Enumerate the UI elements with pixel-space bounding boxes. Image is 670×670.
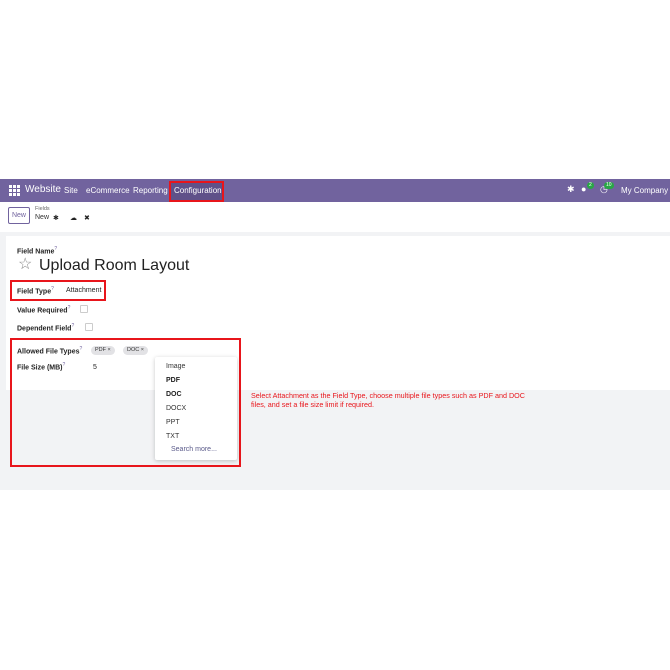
- top-navbar: Website Site eCommerce Reporting Configu…: [0, 179, 670, 202]
- menu-ecommerce[interactable]: eCommerce: [86, 186, 130, 195]
- field-type-select[interactable]: Attachment: [66, 287, 101, 294]
- menu-site[interactable]: Site: [64, 186, 78, 195]
- breadcrumb-current: New: [35, 214, 50, 221]
- activity-badge: 10: [604, 182, 614, 189]
- dependent-field-checkbox[interactable]: [85, 323, 93, 331]
- search-more-link[interactable]: Search more...: [171, 446, 217, 453]
- save-cloud-icon[interactable]: ☁: [70, 214, 77, 222]
- discard-icon[interactable]: ✖: [84, 214, 90, 222]
- breadcrumb-fields[interactable]: Fields: [35, 206, 50, 212]
- value-required-label: Value Required?: [17, 305, 71, 315]
- option-docx[interactable]: DOCX: [166, 405, 186, 412]
- option-doc[interactable]: DOC: [166, 391, 182, 398]
- remove-tag-icon[interactable]: ×: [108, 347, 111, 353]
- file-size-input[interactable]: 5: [93, 364, 97, 371]
- bug-icon[interactable]: ✱: [567, 184, 575, 195]
- company-switcher[interactable]: My Company (S: [621, 186, 670, 195]
- app-brand[interactable]: Website: [25, 184, 61, 195]
- dependent-field-label: Dependent Field?: [17, 323, 75, 333]
- menu-reporting[interactable]: Reporting: [133, 186, 168, 195]
- new-button[interactable]: New: [8, 207, 30, 224]
- option-pdf[interactable]: PDF: [166, 377, 180, 384]
- option-txt[interactable]: TXT: [166, 433, 179, 440]
- option-image[interactable]: Image: [166, 363, 185, 370]
- field-name-input[interactable]: Upload Room Layout: [39, 257, 189, 275]
- tag-doc[interactable]: DOC ×: [123, 346, 148, 355]
- menu-configuration[interactable]: Configuration: [174, 186, 222, 195]
- messages-badge: 2: [587, 182, 594, 189]
- instruction-annotation: Select Attachment as the Field Type, cho…: [251, 391, 525, 409]
- allowed-file-types-label: Allowed File Types?: [17, 346, 83, 356]
- app-menu-icon[interactable]: [9, 185, 20, 196]
- file-size-label: File Size (MB)?: [17, 362, 66, 372]
- tag-pdf[interactable]: PDF ×: [91, 346, 115, 355]
- star-icon[interactable]: ☆: [18, 254, 32, 274]
- messages-icon[interactable]: ●: [581, 184, 586, 194]
- option-ppt[interactable]: PPT: [166, 419, 180, 426]
- field-type-label: Field Type?: [17, 286, 54, 296]
- value-required-checkbox[interactable]: [80, 305, 88, 313]
- remove-tag-icon[interactable]: ×: [141, 347, 144, 353]
- control-panel: New Fields New ✱ ☁ ✖: [0, 202, 670, 232]
- file-types-dropdown: Image PDF DOC DOCX PPT TXT Search more..…: [155, 357, 237, 460]
- gear-icon[interactable]: ✱: [53, 214, 59, 222]
